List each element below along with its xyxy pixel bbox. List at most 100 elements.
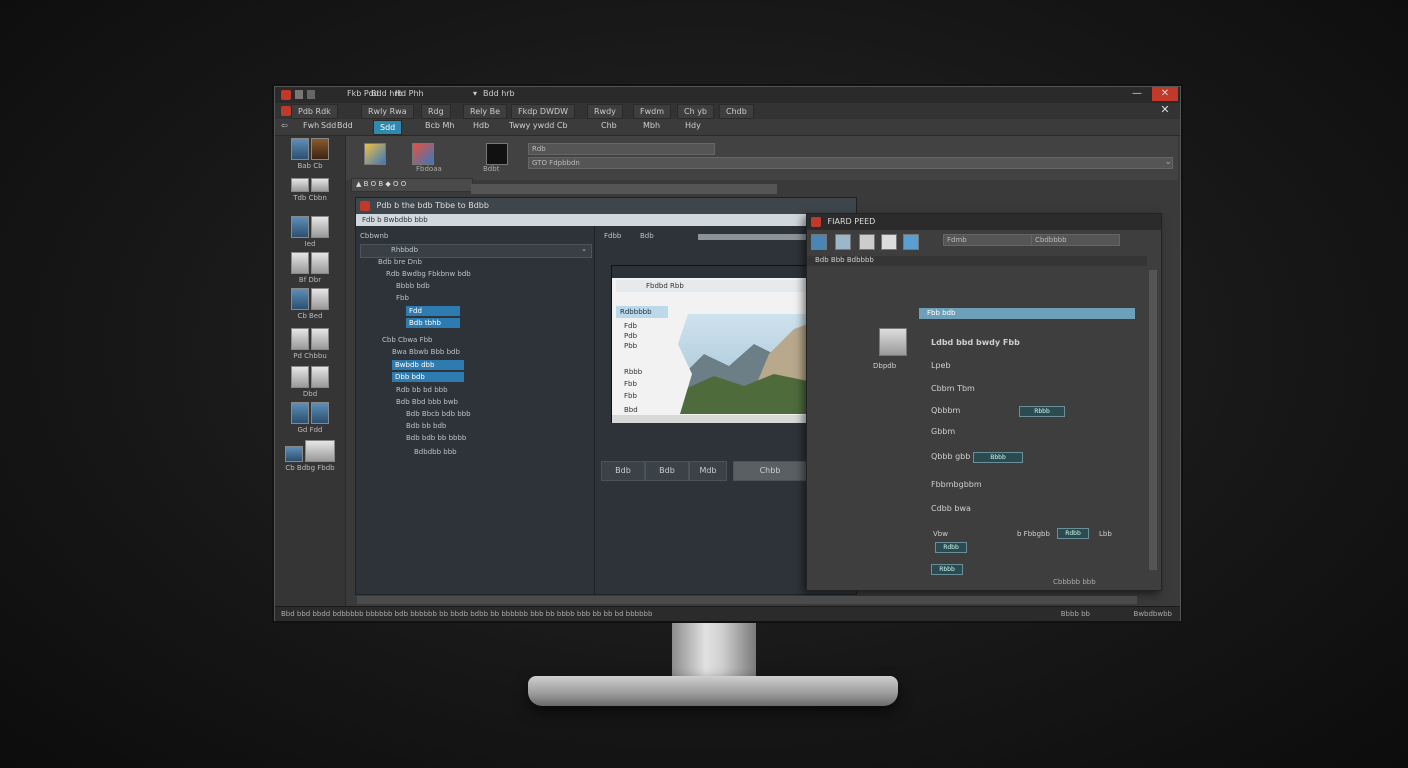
- preview-row[interactable]: Fdb: [624, 322, 637, 330]
- preview-row[interactable]: Fbb: [624, 392, 637, 400]
- bottom-button-4[interactable]: Chbb: [733, 461, 807, 481]
- ribbon-tab-2[interactable]: Sdd: [321, 121, 336, 130]
- tree-item-selected[interactable]: Dbb bdb: [392, 372, 464, 382]
- ribbon-tab-6[interactable]: Twwy ywdd Cb: [509, 121, 568, 130]
- tree-item-selected[interactable]: Bdb tbhb: [406, 318, 460, 328]
- tree-item[interactable]: Bdb bdb bb bbbb: [406, 434, 466, 442]
- close-doc-icon[interactable]: ✕: [1152, 103, 1178, 117]
- prop-row-3[interactable]: Qbbbm: [931, 406, 960, 415]
- prop-row-2[interactable]: Cbbm Tbm: [931, 384, 975, 393]
- tab-6[interactable]: Rwdy: [587, 104, 623, 119]
- left-tile-7[interactable]: Dbd: [281, 366, 339, 398]
- tree-item[interactable]: Cbb Cbwa Fbb: [382, 336, 432, 344]
- properties-dropdown-1[interactable]: Fdmb: [943, 234, 1032, 246]
- left-tile-1[interactable]: Bab Cb: [281, 138, 339, 170]
- prop-row-8-button[interactable]: Rdbb: [1057, 528, 1089, 539]
- minimize-button[interactable]: —: [1124, 87, 1150, 101]
- tree-item-selected[interactable]: Bwbdb dbb: [392, 360, 464, 370]
- tree-item[interactable]: Bdb bre Dnb: [378, 258, 422, 266]
- tree-item[interactable]: Bdb Bbd bbb bwb: [396, 398, 458, 406]
- left-tile-2[interactable]: Tdb Cbbn: [281, 178, 339, 202]
- prop-row-7[interactable]: Cdbb bwa: [931, 504, 971, 513]
- tab-4[interactable]: Rely Be: [463, 104, 508, 119]
- tree-item-selected[interactable]: Fdd: [406, 306, 460, 316]
- ribbon-tab-5[interactable]: Hdb: [473, 121, 489, 130]
- toolbar-icons[interactable]: ▲ B O B ◆ O O: [356, 180, 406, 188]
- prop-row-9-button[interactable]: Rdbb: [935, 542, 967, 553]
- tab-1[interactable]: Pdb Rdk: [291, 104, 338, 119]
- tree-item[interactable]: Bdbdbb bbb: [414, 448, 457, 456]
- preview-row[interactable]: Bbd: [624, 406, 638, 414]
- tree-item[interactable]: Fbb: [396, 294, 409, 302]
- preview-row[interactable]: Fbb: [624, 380, 637, 388]
- prop-row-3-button[interactable]: Rbbb: [1019, 406, 1065, 417]
- ribbon-tab-7[interactable]: Chb: [601, 121, 617, 130]
- tree-item[interactable]: Bbbb bdb: [396, 282, 430, 290]
- shield-icon[interactable]: [881, 234, 897, 250]
- left-tile-9[interactable]: Cb Bdbg Fbdb: [281, 440, 339, 472]
- tree-item[interactable]: Bwa Bbwb Bbb bdb: [392, 348, 460, 356]
- ribbon-field-1[interactable]: Rdb: [528, 143, 715, 155]
- left-tile-4[interactable]: Bf Dbr: [281, 252, 339, 284]
- save-icon[interactable]: [307, 90, 315, 99]
- left-tile-6[interactable]: Pd Chbbu: [281, 328, 339, 360]
- ribbon-tab-8[interactable]: Mbh: [643, 121, 660, 130]
- monitor-tool-icon[interactable]: [811, 234, 827, 250]
- preview-row[interactable]: Pdb: [624, 332, 637, 340]
- back-icon[interactable]: ⇦: [281, 121, 288, 130]
- tab-2[interactable]: Rwly Rwa: [361, 104, 414, 119]
- address-bar[interactable]: Fdb b Bwbdbb bbb: [356, 214, 856, 226]
- left-tile-5[interactable]: Cb Bed: [281, 288, 339, 320]
- ribbon-tab-1[interactable]: Fwh: [303, 121, 319, 130]
- ribbon-tab-active[interactable]: Sdd: [373, 120, 403, 135]
- properties-dropdown-2[interactable]: Cbdbbbb: [1031, 234, 1120, 246]
- preview-tab-1[interactable]: Fdbb: [604, 232, 621, 240]
- close-button[interactable]: ✕: [1152, 87, 1178, 101]
- tree-filter[interactable]: Rhbbdb ⌄: [360, 244, 592, 258]
- tab-9[interactable]: Chdb: [719, 104, 754, 119]
- tab-3[interactable]: Rdg: [421, 104, 451, 119]
- left-tile-8[interactable]: Gd Fdd: [281, 402, 339, 434]
- preview-row-selected[interactable]: Rdbbbbb: [616, 306, 668, 318]
- tree-item[interactable]: Bdb Bbcb bdb bbb: [406, 410, 471, 418]
- tab-7[interactable]: Fwdm: [633, 104, 672, 119]
- tab-8[interactable]: Ch yb: [677, 104, 715, 119]
- ribbon-field-2[interactable]: GTO Fdpbbdn: [528, 157, 1173, 169]
- ribbon-tab-9[interactable]: Hdy: [685, 121, 701, 130]
- chevron-down-icon[interactable]: ⌄: [1164, 157, 1172, 167]
- prop-row-10-button[interactable]: Rbbb: [931, 564, 963, 575]
- phone-icon[interactable]: [859, 234, 875, 250]
- ribbon-tab-4[interactable]: Bcb Mh: [425, 121, 454, 130]
- apps-icon[interactable]: [412, 143, 434, 165]
- dropdown-icon[interactable]: ▾: [473, 89, 477, 98]
- bottom-button-1[interactable]: Bdb: [601, 461, 645, 481]
- main-horizontal-scrollbar[interactable]: [357, 596, 1137, 604]
- tree-item[interactable]: Bdb bb bdb: [406, 422, 446, 430]
- properties-selected-row[interactable]: Fbb bdb: [919, 308, 1135, 319]
- black-fill-icon[interactable]: [486, 143, 508, 165]
- properties-scrollbar[interactable]: [1149, 270, 1157, 570]
- prop-row-8[interactable]: Vbw: [933, 530, 948, 538]
- ribbon-tab-3[interactable]: Bdd: [337, 121, 353, 130]
- menu-item-4[interactable]: Bdd hrb: [483, 89, 515, 98]
- chevron-down-icon[interactable]: ⌄: [581, 245, 587, 253]
- brush-icon[interactable]: [835, 234, 851, 250]
- tree-item[interactable]: Rdb Bwdbg Fbkbnw bdb: [386, 270, 471, 278]
- prop-row-5-button[interactable]: Bbbb: [973, 452, 1023, 463]
- tab-5[interactable]: Fkdp DWDW: [511, 104, 576, 119]
- bottom-button-3[interactable]: Mdb: [689, 461, 727, 481]
- preview-row[interactable]: Rbbb: [624, 368, 642, 376]
- tree-item[interactable]: Rdb bb bd bbb: [396, 386, 448, 394]
- preview-row[interactable]: Pbb: [624, 342, 637, 350]
- left-tile-3[interactable]: Ied: [281, 216, 339, 248]
- windows-icon[interactable]: [364, 143, 386, 165]
- prop-row-6[interactable]: Fbbmbgbbm: [931, 480, 982, 489]
- prop-row-4[interactable]: Gbbm: [931, 427, 955, 436]
- quick-access-icon[interactable]: [295, 90, 303, 99]
- globe-icon[interactable]: [903, 234, 919, 250]
- bottom-button-2[interactable]: Bdb: [645, 461, 689, 481]
- prop-row-1[interactable]: Lpeb: [931, 361, 951, 370]
- preview-tab-2[interactable]: Bdb: [640, 232, 654, 240]
- menu-item-3[interactable]: Hd Phh: [395, 89, 424, 98]
- prop-row-5[interactable]: Qbbb gbb: [931, 452, 970, 461]
